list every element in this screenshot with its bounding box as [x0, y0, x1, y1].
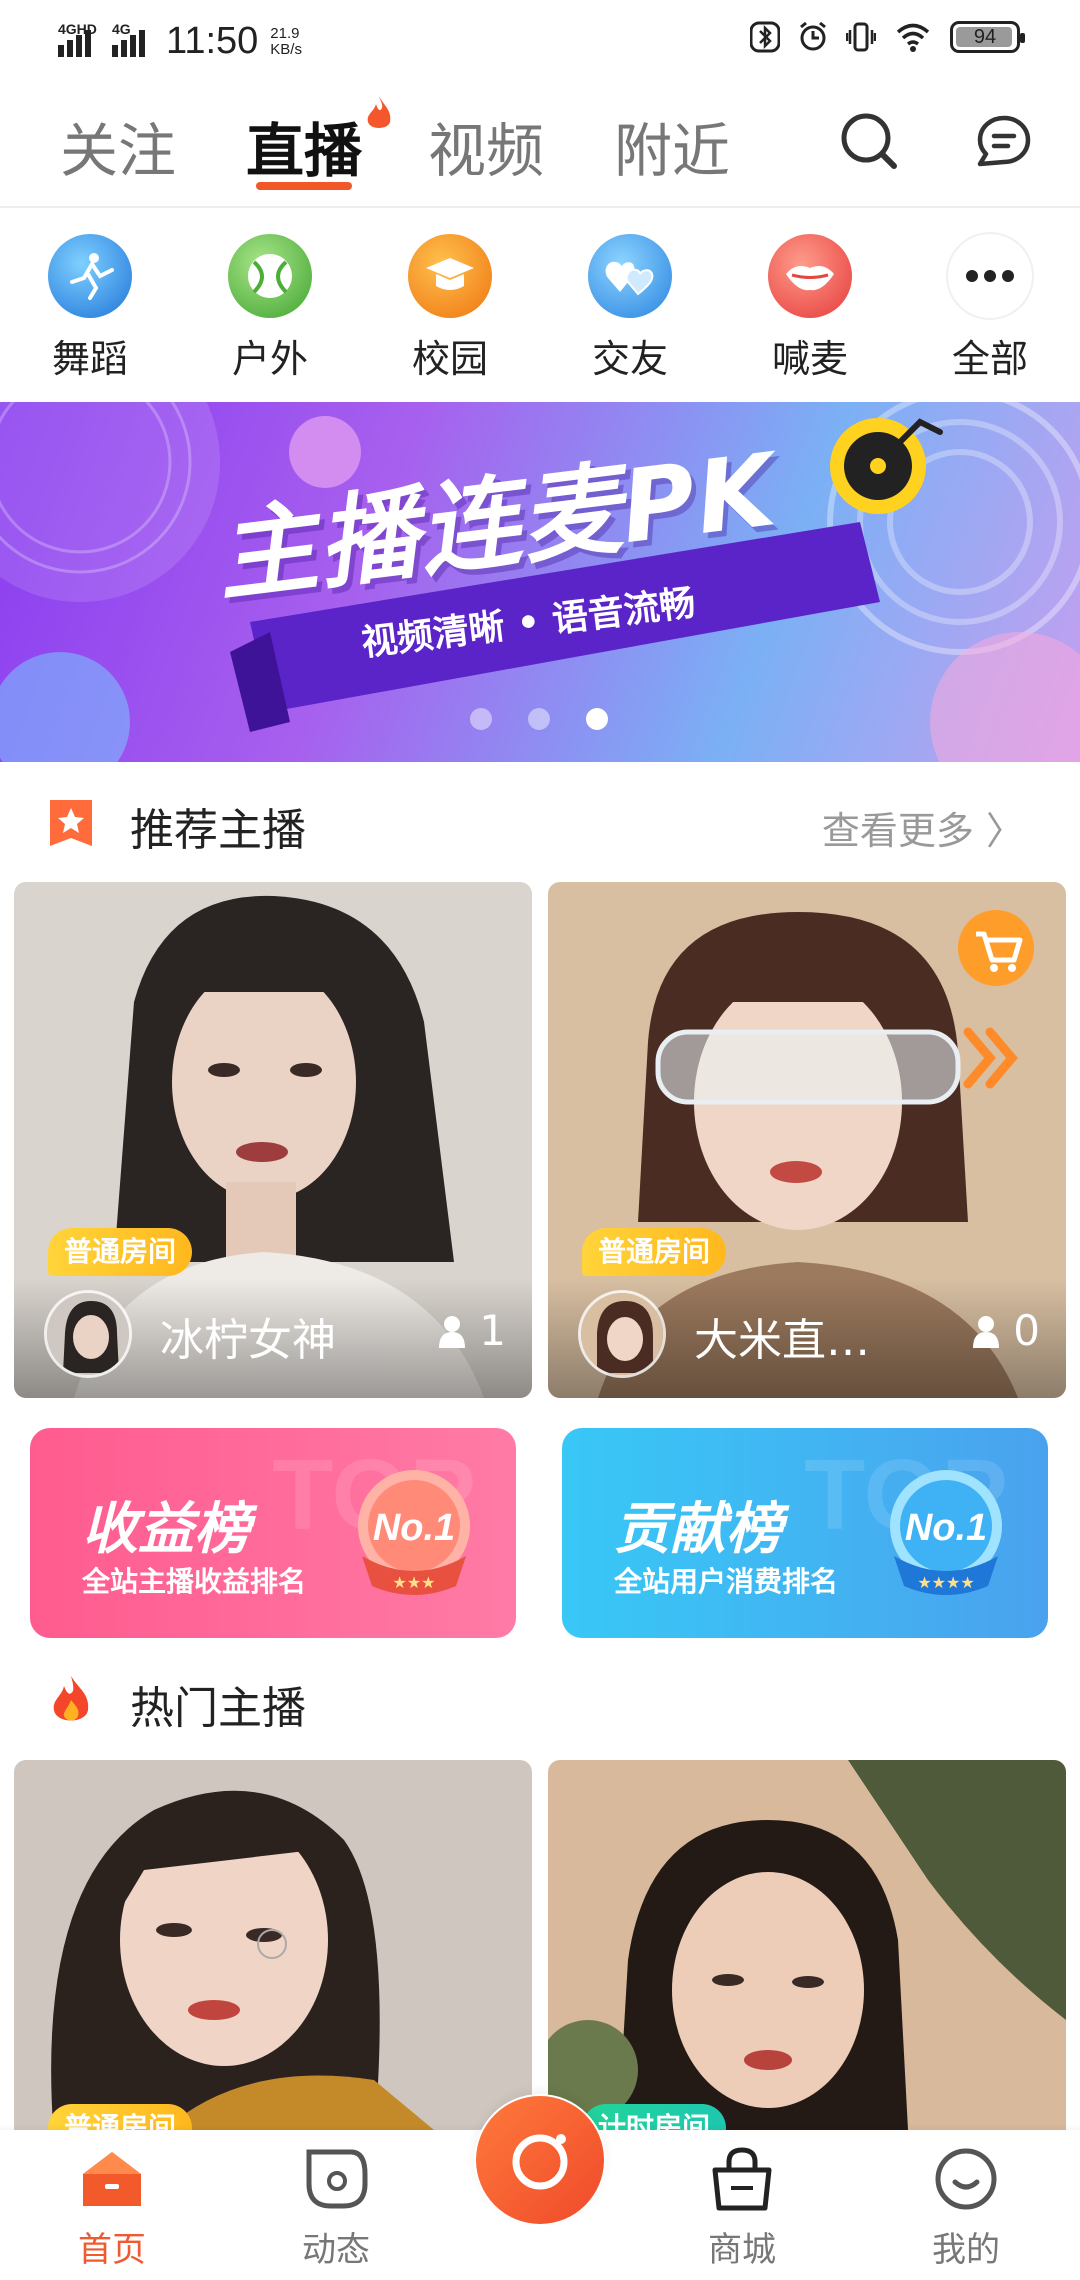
- tab-nearby[interactable]: 附近: [614, 104, 730, 188]
- tab-follow[interactable]: 关注: [60, 104, 176, 188]
- see-more-link[interactable]: 查看更多 〉: [822, 800, 1024, 855]
- carousel-dot[interactable]: [528, 708, 550, 730]
- avatar: [578, 1290, 666, 1378]
- category-outdoor[interactable]: 户外: [200, 234, 340, 383]
- shout-mic-icon: [768, 234, 852, 318]
- medal-icon: No.1 ★★★: [358, 1470, 470, 1595]
- search-icon[interactable]: [838, 110, 900, 172]
- room-type-badge: 普通房间: [582, 1228, 727, 1276]
- hot-section-header: 热门主播: [0, 1640, 1080, 1760]
- more-icon: [948, 234, 1032, 318]
- section-title: 推荐主播: [130, 805, 306, 856]
- anchor-card[interactable]: 普通房间 冰柠女神 1: [14, 882, 532, 1398]
- status-bar: 4GHD 4G 11:50 21.9 KB/s 94: [0, 0, 1080, 84]
- wifi-icon: [896, 23, 930, 52]
- section-title: 热门主播: [130, 1683, 306, 1734]
- category-all[interactable]: 全部: [920, 234, 1060, 383]
- anchor-card[interactable]: 计时房间: [548, 1760, 1066, 2130]
- viewer-count: 0: [971, 1306, 1040, 1355]
- promo-banner[interactable]: 主播连麦PK 视频清晰 • 语音流畅: [0, 402, 1080, 762]
- viewer-count: 1: [437, 1306, 506, 1355]
- nav-home[interactable]: 首页: [32, 2130, 192, 2271]
- room-type-badge: 计时房间: [582, 2104, 727, 2130]
- svg-text:No.1: No.1: [905, 1507, 987, 1549]
- anchor-name: 冰柠女神: [160, 1315, 336, 1366]
- category-row: 舞蹈 户外 校园 交友 喊麦 全部: [0, 208, 1080, 402]
- person-icon: [973, 1315, 1000, 1348]
- carousel-indicator: [470, 708, 608, 730]
- income-rank-card[interactable]: TOP 收益榜 全站主播收益排名 No.1 ★★★: [30, 1428, 516, 1638]
- profile-icon: [935, 2148, 997, 2210]
- contribution-rank-card[interactable]: TOP 贡献榜 全站用户消费排名 No.1 ★★★★: [562, 1428, 1048, 1638]
- anchor-name: 大米直…: [694, 1315, 870, 1366]
- room-type-badge: 普通房间: [48, 1228, 193, 1276]
- medal-icon: No.1 ★★★★: [890, 1470, 1002, 1595]
- feed-icon: [306, 2149, 368, 2209]
- category-campus[interactable]: 校园: [380, 234, 520, 383]
- category-shout-mic[interactable]: 喊麦: [740, 234, 880, 383]
- home-icon: [83, 2152, 141, 2206]
- star-badge-icon: [50, 800, 92, 846]
- category-friends[interactable]: 交友: [560, 234, 700, 383]
- shopping-bag-icon: [712, 2147, 772, 2211]
- anchor-card[interactable]: 普通房间: [14, 1760, 532, 2130]
- hot-flame-icon: [367, 96, 391, 128]
- vibrate-icon: [846, 22, 876, 52]
- alarm-icon: [800, 21, 826, 51]
- go-live-button[interactable]: [474, 2094, 606, 2226]
- tab-live[interactable]: 直播: [246, 104, 362, 188]
- bluetooth-icon: [750, 21, 780, 53]
- signal-icon: 4GHD: [58, 21, 97, 57]
- message-icon[interactable]: [972, 110, 1034, 172]
- person-icon: [439, 1315, 466, 1348]
- svg-text:★★★: ★★★: [392, 1573, 435, 1592]
- svg-text:No.1: No.1: [373, 1507, 455, 1549]
- flame-icon: [53, 1676, 89, 1721]
- network-speed: 21.9 KB/s: [270, 24, 302, 58]
- carousel-dot[interactable]: [470, 708, 492, 730]
- clock: 11:50: [166, 20, 259, 62]
- outdoor-icon: [228, 234, 312, 318]
- active-tab-indicator: [256, 182, 352, 190]
- dance-icon: [48, 234, 132, 318]
- category-dance[interactable]: 舞蹈: [20, 234, 160, 383]
- anchor-photo: [14, 1760, 532, 2130]
- carousel-dot-active[interactable]: [586, 708, 608, 730]
- svg-text:★★★★: ★★★★: [917, 1573, 974, 1592]
- top-nav: 关注 直播 视频 附近: [0, 84, 1080, 208]
- avatar: [44, 1290, 132, 1378]
- room-type-badge: 普通房间: [48, 2104, 193, 2130]
- nav-mall[interactable]: 商城: [662, 2130, 822, 2271]
- anchor-photo: [548, 1760, 1066, 2130]
- campus-icon: [408, 234, 492, 318]
- anchor-card[interactable]: 普通房间 大米直… 0: [548, 882, 1066, 1398]
- nav-me[interactable]: 我的: [886, 2130, 1046, 2271]
- friends-icon: [588, 234, 672, 318]
- camera-icon: [512, 2134, 568, 2190]
- signal-icon: 4G: [112, 21, 148, 57]
- tab-video[interactable]: 视频: [428, 104, 544, 188]
- battery-icon: 94: [950, 21, 1025, 53]
- nav-feed[interactable]: 动态: [256, 2130, 416, 2271]
- recommended-section-header: 推荐主播 查看更多 〉: [0, 762, 1080, 882]
